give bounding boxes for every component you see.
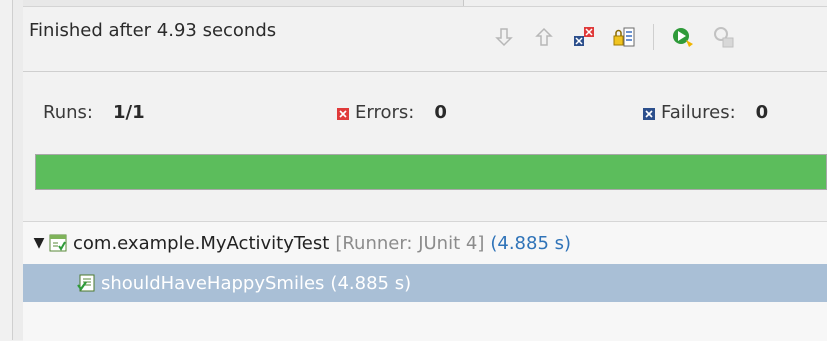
- toolbar-divider: [23, 71, 827, 72]
- scroll-lock-icon: [613, 27, 635, 47]
- next-failure-button[interactable]: [491, 24, 517, 50]
- run-counters: Runs: 1/1 Errors: 0 Failures: 0: [23, 102, 827, 132]
- runs-value: 1/1: [112, 102, 145, 123]
- test-name: shouldHaveHappySmiles: [101, 272, 325, 294]
- failures-value: 0: [755, 102, 769, 123]
- previous-failure-icon: [535, 27, 553, 46]
- test-suite-icon: [49, 234, 67, 252]
- runs-label: Runs:: [43, 102, 93, 123]
- toolbar-separator: [653, 24, 654, 50]
- previous-failure-button[interactable]: [531, 24, 557, 50]
- rerun-test-button[interactable]: [670, 24, 696, 50]
- test-progress-bar: [35, 154, 827, 190]
- suite-runner: [Runner: JUnit 4]: [335, 232, 485, 254]
- errors-value: 0: [434, 102, 447, 123]
- junit-view: Finished after 4.93 seconds Runs: 1/1 Er…: [0, 0, 827, 341]
- next-failure-icon: [495, 28, 513, 47]
- failure-badge-icon: [643, 107, 655, 120]
- show-failures-only-icon: [574, 27, 594, 46]
- test-tree[interactable]: ▼ com.example.MyActivityTest [Runner: JU…: [23, 221, 827, 341]
- rerun-failed-first-button[interactable]: [710, 24, 736, 50]
- scroll-lock-button[interactable]: [611, 24, 637, 50]
- junit-panel: Finished after 4.93 seconds Runs: 1/1 Er…: [23, 0, 827, 341]
- suite-name: com.example.MyActivityTest: [73, 232, 330, 254]
- failures-label: Failures:: [661, 102, 736, 123]
- junit-toolbar: [491, 20, 736, 54]
- errors-label: Errors:: [355, 102, 415, 123]
- show-failures-only-button[interactable]: [571, 24, 597, 50]
- test-time: (4.885 s): [330, 272, 412, 294]
- suite-time: (4.885 s): [490, 232, 572, 254]
- failures-counter: Failures: 0: [643, 102, 768, 123]
- tree-row-test[interactable]: shouldHaveHappySmiles (4.885 s): [23, 264, 827, 302]
- tree-row-suite[interactable]: ▼ com.example.MyActivityTest [Runner: JU…: [23, 224, 827, 262]
- progress-fill: [36, 155, 826, 189]
- rerun-failed-first-icon: [714, 27, 734, 48]
- collapse-triangle-icon[interactable]: ▼: [29, 235, 49, 251]
- tab-notch: [463, 0, 827, 6]
- runs-counter: Runs: 1/1: [43, 102, 145, 123]
- run-status-text: Finished after 4.93 seconds: [29, 20, 277, 41]
- test-case-passed-icon: [77, 274, 95, 292]
- rerun-test-icon: [673, 28, 693, 47]
- error-badge-icon: [337, 107, 349, 120]
- errors-counter: Errors: 0: [337, 102, 447, 123]
